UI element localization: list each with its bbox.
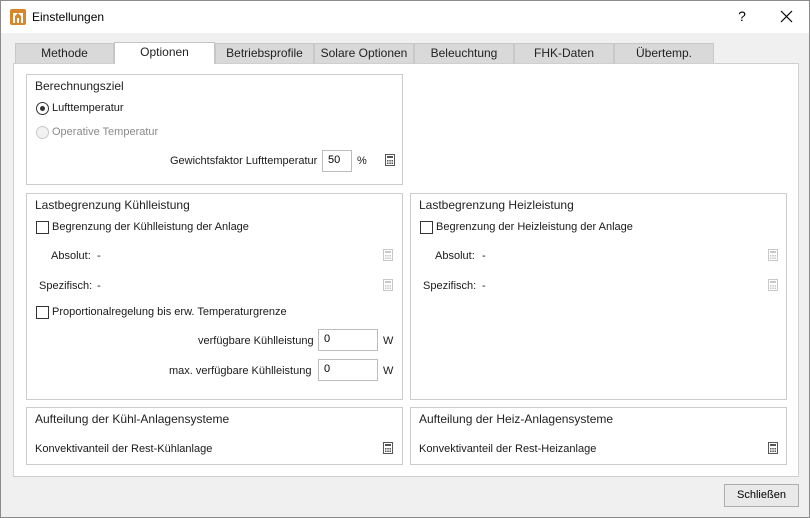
tab-solare-optionen[interactable]: Solare Optionen — [314, 43, 414, 63]
gewichtsfaktor-unit: % — [357, 155, 367, 167]
konvektivanteil-heiz-calculator-icon[interactable] — [768, 442, 778, 454]
heiz-spezifisch-label: Spezifisch: — [423, 280, 477, 292]
heiz-absolut-label: Absolut: — [435, 250, 475, 262]
tab-methode[interactable]: Methode — [15, 43, 114, 63]
verfuegbare-kuehlleistung-label: verfügbare Kühlleistung — [198, 335, 314, 347]
max-kuehlleistung-label: max. verfügbare Kühlleistung — [169, 365, 312, 377]
tab-fhk-daten[interactable]: FHK-Daten — [514, 43, 614, 63]
aufteilung-heiz-title: Aufteilung der Heiz-Anlagensysteme — [419, 412, 614, 426]
tab-optionen[interactable]: Optionen — [114, 42, 215, 64]
kuehl-absolut-calculator-icon[interactable] — [383, 249, 393, 261]
begrenzung-heizleistung-checkbox[interactable] — [420, 221, 433, 234]
aufteilung-kuehl-title: Aufteilung der Kühl-Anlagensysteme — [35, 412, 230, 426]
lufttemperatur-label: Lufttemperatur — [52, 102, 124, 114]
help-button[interactable]: ? — [723, 1, 761, 32]
heizleistung-group: Lastbegrenzung Heizleistung Begrenzung d… — [410, 193, 787, 400]
gewichtsfaktor-label: Gewichtsfaktor Lufttemperatur — [170, 155, 318, 167]
kuehlleistung-title: Lastbegrenzung Kühlleistung — [35, 198, 190, 212]
tab-beleuchtung[interactable]: Beleuchtung — [414, 43, 514, 63]
heiz-spezifisch-calculator-icon[interactable] — [768, 279, 778, 291]
begrenzung-kuehlleistung-label: Begrenzung der Kühlleistung der Anlage — [52, 221, 249, 233]
konvektivanteil-kuehl-calculator-icon[interactable] — [383, 442, 393, 454]
verfuegbare-kuehlleistung-input[interactable]: 0 — [318, 329, 378, 351]
heiz-absolut-calculator-icon[interactable] — [768, 249, 778, 261]
aufteilung-kuehl-group: Aufteilung der Kühl-Anlagensysteme Konve… — [26, 407, 403, 465]
max-kuehlleistung-input[interactable]: 0 — [318, 359, 378, 381]
heizleistung-title: Lastbegrenzung Heizleistung — [419, 198, 574, 212]
window-title: Einstellungen — [32, 10, 105, 24]
aufteilung-heiz-group: Aufteilung der Heiz-Anlagensysteme Konve… — [410, 407, 787, 465]
lufttemperatur-radio[interactable] — [36, 102, 49, 115]
close-icon[interactable] — [765, 1, 809, 32]
heiz-spezifisch-value: - — [482, 280, 486, 292]
max-kuehlleistung-unit: W — [383, 365, 394, 377]
calculator-icon[interactable] — [385, 154, 395, 166]
close-dialog-button[interactable]: Schließen — [724, 484, 799, 507]
kuehl-spezifisch-calculator-icon[interactable] — [383, 279, 393, 291]
operative-temperatur-radio[interactable] — [36, 126, 49, 139]
kuehlleistung-group: Lastbegrenzung Kühlleistung Begrenzung d… — [26, 193, 403, 400]
kuehl-spezifisch-label: Spezifisch: — [39, 280, 93, 292]
title-bar: Einstellungen ? — [1, 1, 809, 33]
verfuegbare-kuehlleistung-unit: W — [383, 335, 394, 347]
gewichtsfaktor-input[interactable]: 50 — [322, 150, 352, 172]
settings-dialog: Einstellungen ? Methode Optionen Betrieb… — [0, 0, 810, 518]
berechnungsziel-title: Berechnungsziel — [35, 79, 124, 93]
tab-betriebsprofile[interactable]: Betriebsprofile — [215, 43, 314, 63]
proportionalregelung-label: Proportionalregelung bis erw. Temperatur… — [52, 306, 287, 318]
tab-uebertemp[interactable]: Übertemp. — [614, 43, 714, 63]
konvektivanteil-heiz-label: Konvektivanteil der Rest-Heizanlage — [419, 443, 597, 455]
begrenzung-kuehlleistung-checkbox[interactable] — [36, 221, 49, 234]
konvektivanteil-kuehl-label: Konvektivanteil der Rest-Kühlanlage — [35, 443, 213, 455]
kuehl-absolut-value: - — [97, 250, 101, 262]
app-icon — [10, 9, 26, 25]
begrenzung-heizleistung-label: Begrenzung der Heizleistung der Anlage — [436, 221, 633, 233]
operative-temperatur-label: Operative Temperatur — [52, 126, 159, 138]
kuehl-spezifisch-value: - — [97, 280, 101, 292]
proportionalregelung-checkbox[interactable] — [36, 306, 49, 319]
kuehl-absolut-label: Absolut: — [51, 250, 91, 262]
berechnungsziel-group: Berechnungsziel Lufttemperatur Operative… — [26, 74, 403, 185]
options-panel: Berechnungsziel Lufttemperatur Operative… — [13, 63, 799, 477]
heiz-absolut-value: - — [482, 250, 486, 262]
